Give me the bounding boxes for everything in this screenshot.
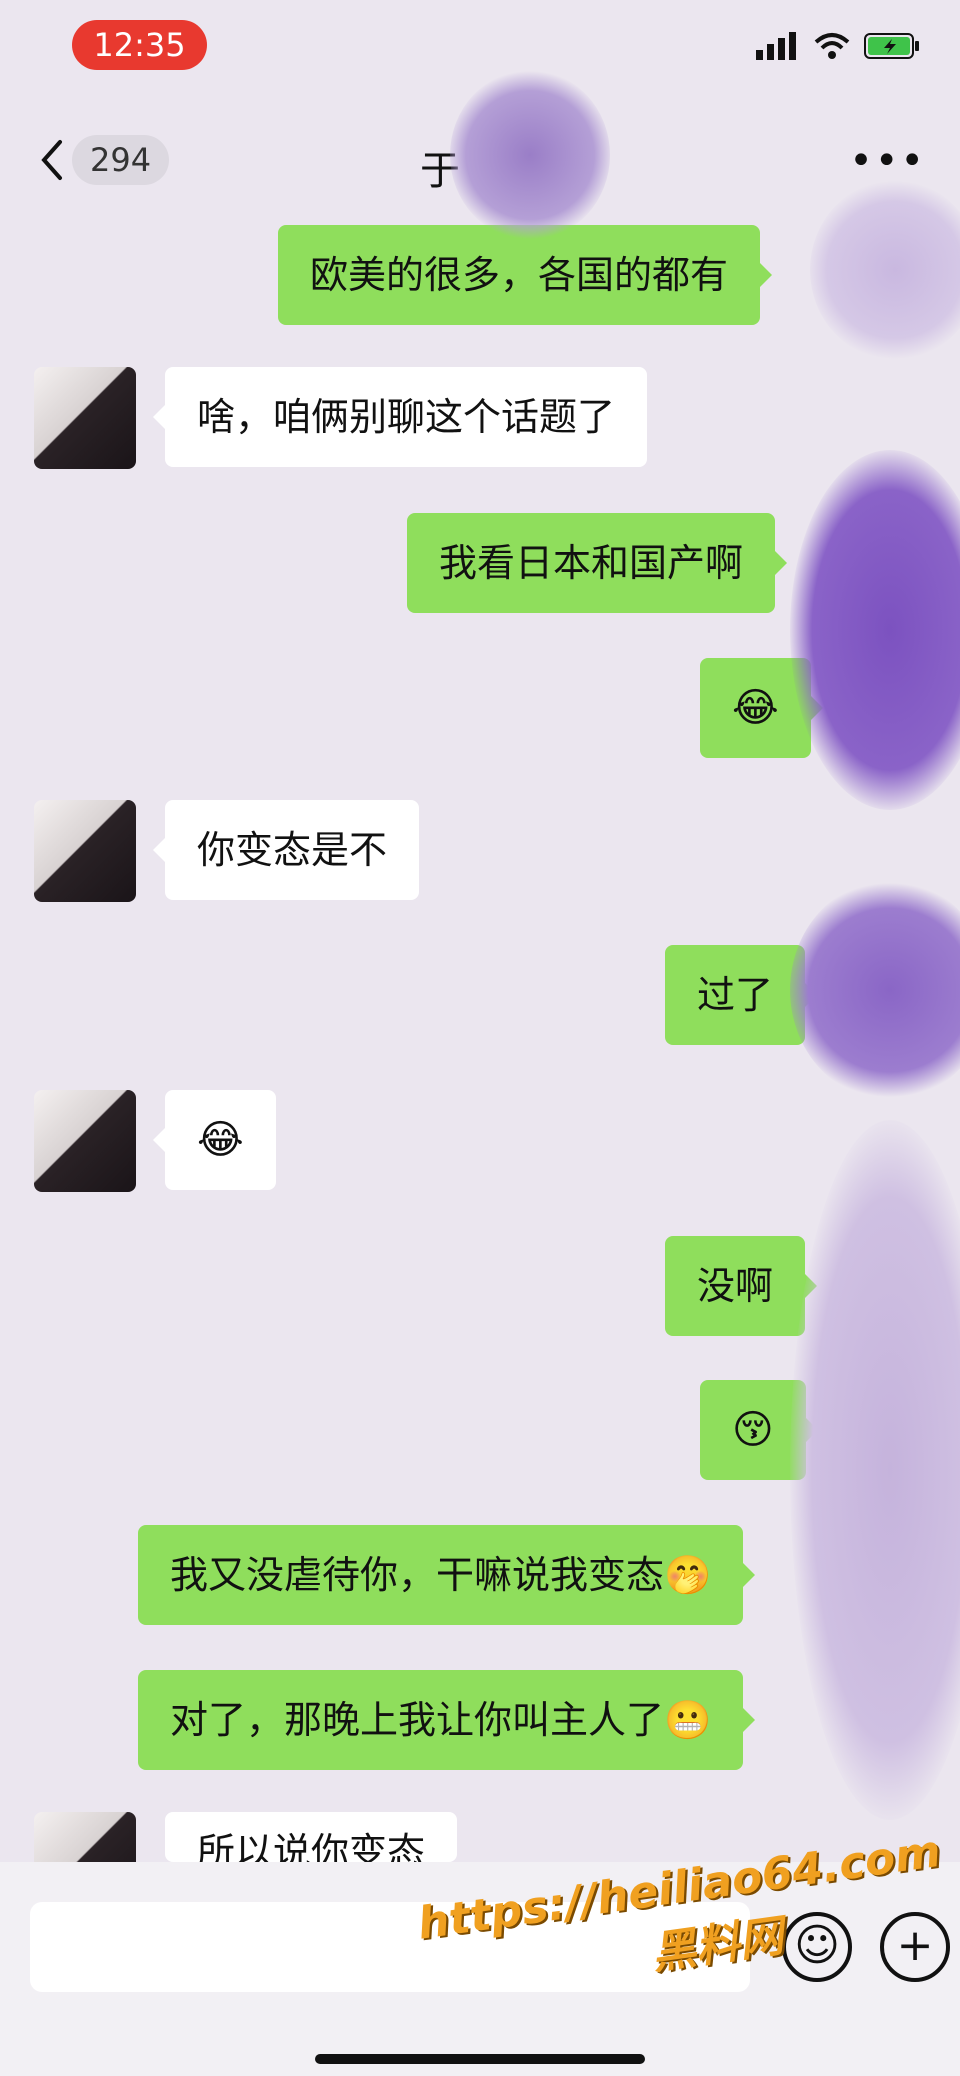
message-bubble[interactable]: 啥，咱俩别聊这个话题了: [152, 367, 648, 467]
message-bubble[interactable]: 😚: [700, 1380, 818, 1480]
censor-blob: [790, 1120, 960, 1820]
unread-count-badge: 294: [72, 135, 170, 185]
avatar[interactable]: [34, 367, 136, 469]
status-time: 12:35: [72, 20, 207, 70]
message-bubble[interactable]: 你变态是不: [152, 800, 420, 900]
chevron-left-icon: [41, 140, 62, 180]
status-bar: 12:35: [0, 0, 960, 100]
avatar[interactable]: [34, 1090, 136, 1192]
censor-blob: [790, 450, 960, 810]
message-bubble[interactable]: 😂: [700, 658, 823, 758]
message-bubble[interactable]: 没啊: [665, 1236, 818, 1336]
chat-title: 于: [420, 148, 460, 194]
message-bubble[interactable]: 过了: [665, 945, 818, 1045]
message-bubble[interactable]: 😂: [153, 1090, 276, 1190]
message-bubble[interactable]: 对了，那晚上我让你叫主人了😬: [138, 1670, 756, 1770]
wifi-icon: [814, 33, 850, 59]
message-bubble[interactable]: 我看日本和国产啊: [407, 513, 788, 613]
message-bubble[interactable]: 所以说你变态: [165, 1812, 458, 1862]
battery-icon: [864, 33, 919, 59]
chat-header: 294 于 •••: [0, 100, 960, 225]
home-indicator: [315, 2054, 645, 2064]
avatar[interactable]: [34, 800, 136, 902]
more-icon[interactable]: •••: [849, 138, 926, 184]
back-button[interactable]: 294: [38, 135, 170, 185]
status-icons: [756, 32, 920, 60]
message-bubble[interactable]: 我又没虐待你，干嘛说我变态🤭: [138, 1525, 756, 1625]
message-bubble[interactable]: 欧美的很多，各国的都有: [278, 225, 773, 325]
signal-icon: [756, 32, 796, 60]
